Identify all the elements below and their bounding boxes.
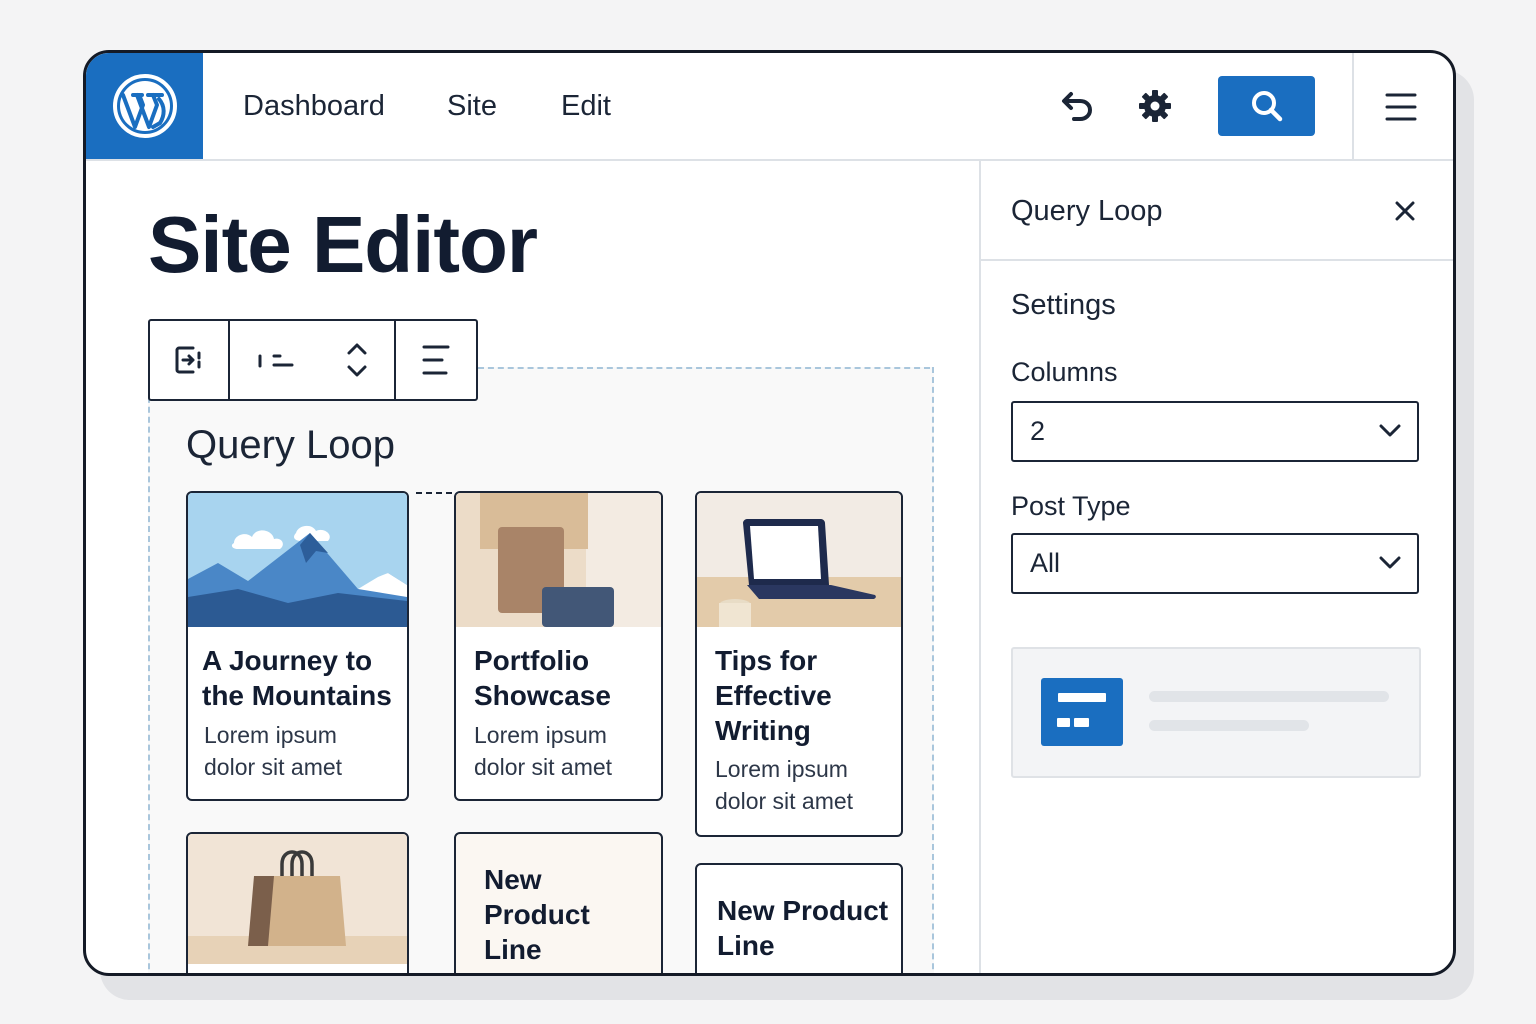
settings-heading: Settings bbox=[1011, 289, 1116, 321]
hamburger-menu-icon[interactable] bbox=[1381, 87, 1421, 127]
post-excerpt: Lorem ipsum dolor sit amet bbox=[715, 756, 854, 814]
editor-window: Dashboard Site Edit Site Editor Query Lo… bbox=[83, 50, 1456, 976]
gear-icon[interactable] bbox=[1132, 83, 1178, 129]
post-title[interactable]: New Product Line bbox=[717, 893, 892, 963]
columns-label: Columns bbox=[1011, 357, 1118, 387]
menu-divider bbox=[1352, 53, 1354, 159]
mountain-image bbox=[188, 493, 407, 627]
block-preview-card[interactable] bbox=[1011, 647, 1421, 778]
wordpress-logo-icon[interactable] bbox=[86, 53, 203, 159]
post-card[interactable] bbox=[186, 832, 409, 973]
close-icon[interactable] bbox=[1389, 195, 1421, 227]
shopping-bag-image bbox=[188, 834, 407, 964]
chevron-down-icon bbox=[1379, 556, 1401, 569]
post-title[interactable]: Portfolio Showcase bbox=[474, 643, 654, 713]
post-card[interactable]: Tips for Effective Writing Lorem ipsum d… bbox=[695, 491, 903, 837]
post-card[interactable]: A Journey to the Mountains Lorem ipsum d… bbox=[186, 491, 409, 801]
post-card[interactable]: Portfolio Showcase Lorem ipsum dolor sit… bbox=[454, 491, 663, 801]
align-icon bbox=[422, 345, 450, 375]
align-button[interactable] bbox=[396, 321, 476, 399]
post-excerpt: Lorem ipsum dolor sit amet bbox=[474, 722, 613, 780]
block-toolbar bbox=[148, 319, 478, 401]
block-transform-icon bbox=[175, 346, 201, 374]
grid-connector bbox=[416, 492, 452, 494]
post-type-label: Post Type bbox=[1011, 491, 1131, 521]
placeholder-line bbox=[1149, 691, 1389, 702]
query-loop-border bbox=[478, 367, 930, 369]
columns-value: 2 bbox=[1030, 416, 1046, 446]
nav-dashboard[interactable]: Dashboard bbox=[243, 53, 385, 159]
post-card[interactable]: New Product Line bbox=[695, 863, 903, 973]
post-title[interactable]: Tips for Effective Writing bbox=[715, 643, 875, 748]
card-layout-icon bbox=[1041, 678, 1123, 746]
post-title[interactable]: New Product Line bbox=[484, 862, 634, 967]
laptop-image bbox=[697, 493, 901, 627]
post-type-value: All bbox=[1030, 548, 1061, 578]
portfolio-image bbox=[456, 493, 661, 627]
move-controls bbox=[230, 321, 397, 399]
search-icon bbox=[1251, 91, 1282, 122]
top-bar: Dashboard Site Edit bbox=[86, 53, 1453, 161]
query-loop-title: Query Loop bbox=[186, 423, 396, 467]
post-title[interactable]: A Journey to the Mountains bbox=[202, 643, 398, 713]
move-up-down-icon[interactable] bbox=[344, 340, 370, 380]
sidebar-header: Query Loop bbox=[981, 159, 1453, 261]
editor-canvas: Site Editor Query Loop A Journey to the … bbox=[86, 159, 979, 973]
drag-handle-icon[interactable] bbox=[254, 350, 296, 370]
page-title: Site Editor bbox=[148, 200, 538, 289]
sidebar-title: Query Loop bbox=[1011, 195, 1163, 227]
search-button[interactable] bbox=[1218, 76, 1315, 136]
nav-edit[interactable]: Edit bbox=[561, 53, 611, 159]
undo-icon[interactable] bbox=[1054, 83, 1100, 129]
post-excerpt: Lorem ipsum dolor sit amet bbox=[204, 722, 343, 780]
placeholder-line bbox=[1149, 720, 1309, 731]
columns-select[interactable]: 2 bbox=[1011, 401, 1419, 462]
post-card[interactable]: New Product Line bbox=[454, 832, 663, 973]
post-type-select[interactable]: All bbox=[1011, 533, 1419, 594]
chevron-down-icon bbox=[1379, 424, 1401, 437]
nav-site[interactable]: Site bbox=[447, 53, 497, 159]
block-transform-button[interactable] bbox=[150, 321, 230, 399]
settings-sidebar: Query Loop Settings Columns 2 Post Type … bbox=[979, 159, 1453, 973]
